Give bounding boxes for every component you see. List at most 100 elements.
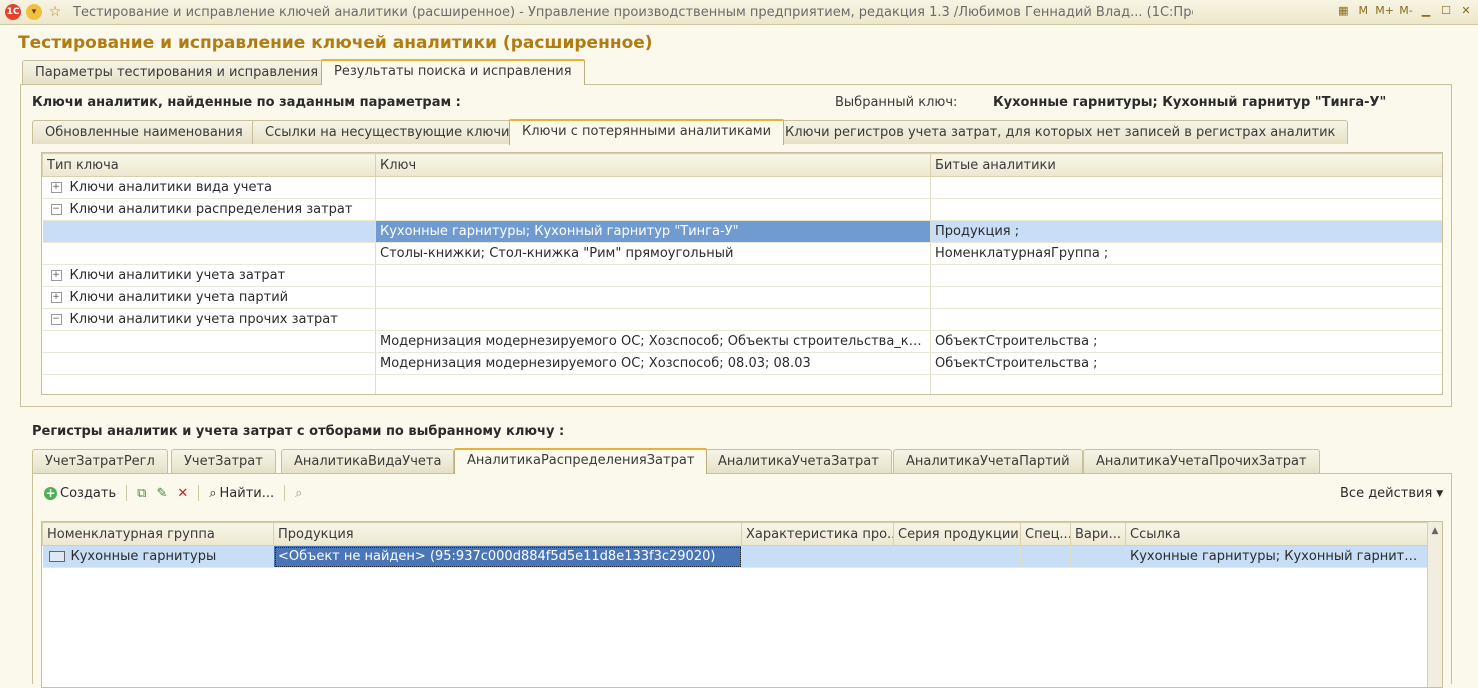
copy-button[interactable]: ⧉ [135, 486, 148, 501]
table-row[interactable]: + Ключи аналитики учета затрат [42, 264, 1442, 287]
key-type-label: Ключи аналитики вида учета [69, 180, 273, 195]
table-row[interactable]: − Ключи аналитики учета прочих затрат [42, 308, 1442, 331]
table-row[interactable]: + Ключи аналитики учета партий [42, 286, 1442, 309]
column-header-characteristic[interactable]: Характеристика про... [741, 522, 894, 546]
tab-search-results[interactable]: Результаты поиска и исправления [321, 59, 585, 85]
cell-broken-analytics[interactable] [930, 198, 1442, 221]
key-type-label: Ключи аналитики учета затрат [69, 268, 286, 283]
calendar-icon[interactable]: ▦ [1335, 3, 1351, 19]
empty-cell [930, 374, 1442, 394]
expand-icon[interactable]: + [50, 182, 62, 193]
cell-key[interactable]: Столы-книжки; Стол-книжка "Рим" прямоуго… [375, 242, 931, 265]
cell-key[interactable]: Модернизация модернезируемого ОС; Хозспо… [375, 330, 931, 353]
cell-series[interactable] [893, 545, 1021, 568]
expand-icon[interactable]: + [50, 292, 62, 303]
chevron-down-icon: ▼ [1436, 488, 1444, 499]
column-header-broken-analytics[interactable]: Битые аналитики [930, 153, 1442, 177]
find-button[interactable]: ⌕ Найти... [207, 486, 276, 501]
column-header-product[interactable]: Продукция [273, 522, 742, 546]
cell-key-type[interactable]: − Ключи аналитики распределения затрат [42, 198, 376, 221]
tab-register-3[interactable]: АналитикаРаспределенияЗатрат [454, 448, 708, 474]
cell-broken-analytics[interactable] [930, 264, 1442, 287]
cell-broken-analytics[interactable] [930, 286, 1442, 309]
cell-broken-analytics[interactable]: ОбъектСтроительства ; [930, 330, 1442, 353]
cell-key[interactable]: Кухонные гарнитуры; Кухонный гарнитур "Т… [375, 220, 931, 243]
cell-key[interactable] [375, 308, 931, 331]
create-button[interactable]: + Создать [42, 486, 118, 501]
copy-icon: ⧉ [137, 485, 147, 501]
memory-button[interactable]: M [1355, 3, 1371, 19]
cell-key-type[interactable] [42, 352, 376, 375]
table-row[interactable]: Модернизация модернезируемого ОС; Хозспо… [42, 352, 1442, 375]
close-icon[interactable]: ✕ [1458, 3, 1474, 19]
cell-key-type[interactable]: + Ключи аналитики учета партий [42, 286, 376, 309]
tab-keys-lost-analytics[interactable]: Ключи с потерянными аналитиками [509, 119, 785, 145]
cell-broken-analytics[interactable]: ОбъектСтроительства ; [930, 352, 1442, 375]
tab-register-6[interactable]: АналитикаУчетаПрочихЗатрат [1083, 449, 1320, 473]
cell-product[interactable]: <Объект не найден> (95:937c000d884f5d5e1… [273, 545, 742, 568]
tab-test-parameters[interactable]: Параметры тестирования и исправления [22, 60, 332, 84]
table-row[interactable]: Модернизация модернезируемого ОС; Хозспо… [42, 330, 1442, 353]
cell-nomenclature-group[interactable]: Кухонные гарнитуры [42, 545, 274, 568]
cell-key[interactable] [375, 198, 931, 221]
column-header-key-type[interactable]: Тип ключа [42, 153, 376, 177]
table-row[interactable]: + Ключи аналитики вида учета [42, 176, 1442, 199]
tab-register-5[interactable]: АналитикаУчетаПартий [893, 449, 1083, 473]
column-header-nomenclature-group[interactable]: Номенклатурная группа [42, 522, 274, 546]
cell-variant[interactable] [1070, 545, 1126, 568]
registers-label: Регистры аналитик и учета затрат с отбор… [32, 424, 565, 439]
cell-broken-analytics[interactable]: Продукция ; [930, 220, 1442, 243]
memory-plus-button[interactable]: M+ [1375, 3, 1394, 19]
tab-register-1[interactable]: УчетЗатрат [171, 449, 276, 473]
cell-key-type[interactable]: + Ключи аналитики учета затрат [42, 264, 376, 287]
table-row[interactable]: − Ключи аналитики распределения затрат [42, 198, 1442, 221]
cell-key-type[interactable] [42, 242, 376, 265]
table-row[interactable]: Кухонные гарнитуры; Кухонный гарнитур "Т… [42, 220, 1442, 243]
tab-register-0[interactable]: УчетЗатратРегл [32, 449, 168, 473]
column-header-key[interactable]: Ключ [375, 153, 931, 177]
cell-broken-analytics[interactable] [930, 176, 1442, 199]
cell-spec[interactable] [1020, 545, 1071, 568]
all-actions-label: Все действия [1340, 486, 1433, 501]
minimize-icon[interactable]: ▁ [1418, 3, 1434, 19]
collapse-icon[interactable]: − [50, 314, 62, 325]
table-row[interactable]: Столы-книжки; Стол-книжка "Рим" прямоуго… [42, 242, 1442, 265]
collapse-icon[interactable]: − [50, 204, 62, 215]
scroll-up-arrow-icon[interactable]: ▲ [1428, 526, 1442, 536]
cell-key-type[interactable] [42, 330, 376, 353]
expand-icon[interactable]: + [50, 270, 62, 281]
all-actions-button[interactable]: Все действия ▼ [1340, 486, 1443, 501]
cell-key[interactable] [375, 176, 931, 199]
tab-links-missing-keys[interactable]: Ссылки на несуществующие ключи [252, 120, 523, 144]
cell-broken-analytics[interactable]: НоменклатурнаяГруппа ; [930, 242, 1442, 265]
cell-key[interactable]: Модернизация модернезируемого ОС; Хозспо… [375, 352, 931, 375]
tab-register-2[interactable]: АналитикаВидаУчета [281, 449, 455, 473]
tab-cost-register-keys[interactable]: Ключи регистров учета затрат, для которы… [772, 120, 1349, 144]
vertical-scrollbar[interactable]: ▲ [1427, 522, 1442, 687]
cell-key-type[interactable] [42, 220, 376, 243]
cell-key-type[interactable]: − Ключи аналитики учета прочих затрат [42, 308, 376, 331]
column-header-spec[interactable]: Спец... [1020, 522, 1071, 546]
cell-key-type[interactable]: + Ключи аналитики вида учета [42, 176, 376, 199]
memory-minus-button[interactable]: M- [1398, 3, 1414, 19]
register-table: Номенклатурная группа Продукция Характер… [42, 522, 1428, 568]
cell-link[interactable]: Кухонные гарнитуры; Кухонный гарнитур ".… [1125, 545, 1428, 568]
edit-button[interactable]: ✎ [154, 486, 169, 501]
cell-key[interactable] [375, 264, 931, 287]
favorite-star-icon[interactable]: ☆ [47, 4, 63, 20]
tab-updated-names[interactable]: Обновленные наименования [32, 120, 256, 144]
tab-register-4[interactable]: АналитикаУчетаЗатрат [705, 449, 892, 473]
maximize-icon[interactable]: ☐ [1438, 3, 1454, 19]
column-header-link[interactable]: Ссылка [1125, 522, 1428, 546]
cell-characteristic[interactable] [741, 545, 894, 568]
column-header-variant[interactable]: Вари... [1070, 522, 1126, 546]
menu-icon[interactable]: ▾ [26, 4, 42, 20]
app-logo-icon[interactable]: 1С [5, 4, 21, 20]
cell-broken-analytics[interactable] [930, 308, 1442, 331]
table-row[interactable]: Кухонные гарнитуры <Объект не найден> (95… [42, 545, 1428, 568]
delete-button[interactable]: ✕ [175, 486, 190, 501]
cancel-search-button[interactable]: ⌕ [293, 486, 304, 501]
column-header-series[interactable]: Серия продукции [893, 522, 1021, 546]
nomenclature-group-label: Кухонные гарнитуры [70, 549, 217, 564]
cell-key[interactable] [375, 286, 931, 309]
